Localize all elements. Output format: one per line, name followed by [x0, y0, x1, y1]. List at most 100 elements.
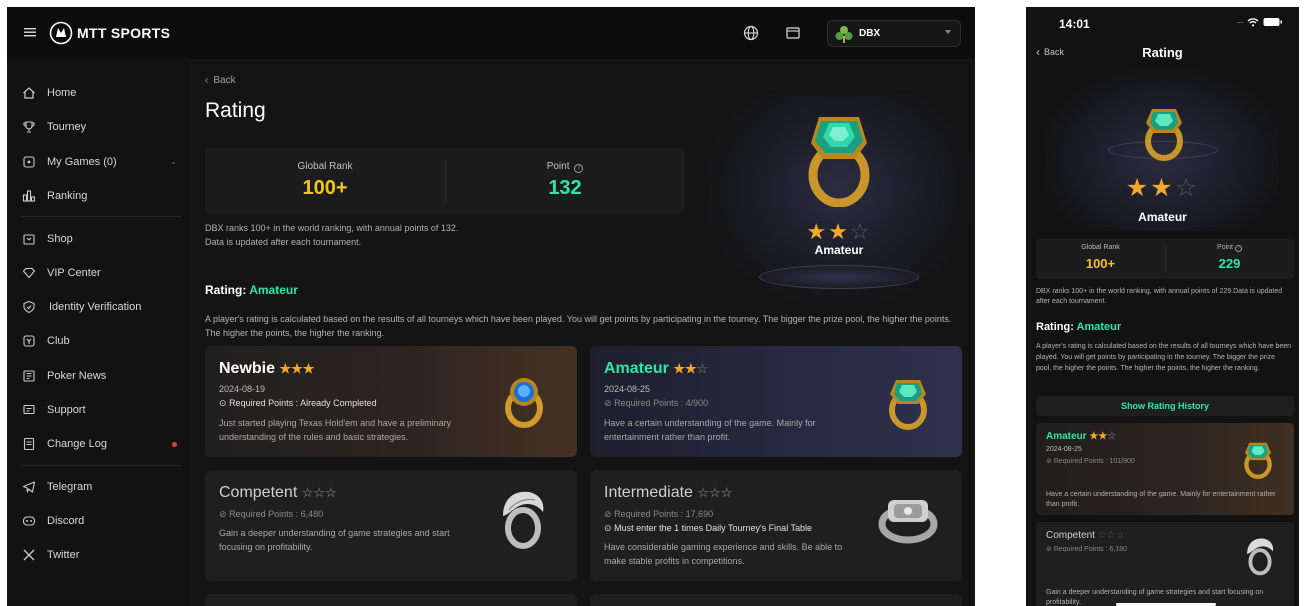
sidebar-item-club[interactable]: Club: [21, 331, 70, 351]
rating-card-next-right: [590, 594, 962, 606]
home-icon: [21, 85, 37, 101]
sidebar-item-label: Telegram: [47, 481, 93, 493]
account-name: DBX: [859, 28, 881, 39]
sidebar-item-label: Support: [47, 404, 86, 416]
card-title-row: Amateur ★★☆: [604, 360, 708, 378]
brand-logo[interactable]: MTT SPORTS: [49, 21, 170, 45]
wifi-icon: [1247, 18, 1259, 27]
back-chevron-icon: ‹: [205, 75, 209, 86]
card-date: 2024-08-25: [1046, 446, 1082, 453]
summary: DBX ranks 100+ in the world ranking, wit…: [1036, 288, 1283, 305]
rating-card-amateur: Amateur ★★☆ 2024-08-25 ⊘ Required Points…: [1036, 423, 1294, 515]
clock-icon: ⊘: [1046, 458, 1052, 465]
gold-ring-green-gem-icon: [808, 117, 870, 207]
check-circle-icon: ⊙: [604, 523, 612, 533]
info-icon[interactable]: ?: [574, 164, 584, 173]
card-description: Have a certain understanding of the game…: [604, 418, 816, 442]
sidebar-item-label: Club: [47, 335, 70, 347]
battery-icon: [1263, 18, 1282, 26]
summary-line-1: DBX ranks 100+ in the world ranking, wit…: [205, 223, 459, 233]
sidebar: Home Tourney My Games (0) ⌄ Ranking Shop…: [7, 59, 189, 606]
point-label-row: Point ?: [1165, 244, 1294, 252]
card-title: Competent: [1046, 530, 1095, 541]
sidebar-item-poker-news[interactable]: Poker News: [21, 366, 106, 386]
sidebar-item-support[interactable]: Support: [21, 400, 86, 420]
clock-icon: ⊘: [219, 509, 227, 519]
sidebar-item-label: Identity Verification: [49, 301, 142, 313]
show-rating-history-button[interactable]: Show Rating History: [1036, 396, 1294, 416]
rating-description: A player's rating is calculated based on…: [1036, 343, 1292, 372]
point-label-row: Point ?: [445, 161, 685, 173]
card-requirement: ⊘ Required Points : 6,180: [1046, 545, 1127, 553]
sidebar-item-label: Change Log: [47, 438, 107, 450]
card-requirement-text: Required Points : 4/900: [614, 398, 709, 408]
menu-icon[interactable]: [23, 25, 37, 39]
silver-wing-ring-icon: [503, 491, 544, 549]
rating-card-competent: Competent ☆☆☆ ⊘ Required Points : 6,180 …: [1036, 522, 1294, 606]
back-label: Back: [213, 75, 236, 86]
telegram-icon: [21, 479, 37, 495]
card-requirement: ⊘ Required Points : 17,690: [604, 509, 713, 520]
status-time: 14:01: [1059, 17, 1090, 31]
card-stars: ☆☆☆: [697, 485, 733, 500]
global-rank-label: Global Rank: [297, 161, 353, 172]
sidebar-item-change-log[interactable]: Change Log: [21, 434, 181, 454]
vip-icon: [21, 265, 37, 281]
star-icon: ★: [1150, 174, 1175, 202]
globe-icon[interactable]: [743, 25, 759, 41]
mail-icon[interactable]: [785, 25, 801, 41]
sidebar-item-label: Ranking: [47, 190, 88, 202]
ranking-icon: [21, 188, 37, 204]
sidebar-item-discord[interactable]: Discord: [21, 511, 84, 531]
card-stars: ★★★: [279, 361, 315, 376]
sidebar-item-ranking[interactable]: Ranking: [21, 186, 87, 206]
hero-stars: ★★☆: [709, 219, 969, 245]
card-extra-requirement: ⊙ Must enter the 1 times Daily Tourney's…: [604, 523, 812, 534]
card-description: Just started playing Texas Hold'em and h…: [219, 418, 452, 442]
card-requirement-text: Required Points : Already Completed: [229, 398, 377, 408]
back-link[interactable]: ‹ Back: [205, 75, 236, 86]
card-description: Have considerable gaming experience and …: [604, 542, 843, 566]
account-dropdown[interactable]: DBX: [827, 20, 961, 47]
sidebar-item-home[interactable]: Home: [21, 83, 76, 103]
star-icon: ★: [1125, 174, 1151, 202]
sidebar-item-tourney[interactable]: Tourney: [21, 117, 86, 137]
page-title: Rating: [1142, 45, 1183, 60]
rating-heading: Rating: Amateur: [205, 283, 298, 297]
support-icon: [21, 402, 37, 418]
info-icon[interactable]: ?: [1234, 245, 1242, 252]
card-title: Amateur: [604, 360, 669, 377]
caret-down-icon: [945, 30, 951, 34]
card-title-row: Competent ☆☆☆: [1046, 530, 1125, 541]
notification-dot: [172, 442, 177, 447]
news-icon: [21, 368, 37, 384]
card-stars: ☆☆☆: [301, 485, 337, 500]
hero-level: Amateur: [814, 243, 864, 257]
card-requirement-text: Required Points : 17,690: [614, 509, 714, 519]
main-content: ‹ Back Rating Global Rank 100+ Point ? 1…: [189, 59, 975, 606]
card-requirement: ⊘ Required Points : 4/900: [604, 398, 708, 409]
hero-level: Amateur: [1138, 210, 1187, 224]
rating-heading: Rating: Amateur: [1036, 321, 1121, 333]
avatar: [834, 24, 854, 44]
sidebar-item-label: Discord: [47, 515, 85, 527]
sidebar-item-shop[interactable]: Shop: [21, 229, 73, 249]
card-requirement-text: Required Points : 101/900: [1053, 458, 1135, 465]
sidebar-item-my-games[interactable]: My Games (0) ⌄: [21, 152, 177, 172]
sidebar-item-identity-verification[interactable]: Identity Verification: [21, 297, 141, 317]
star-empty-icon: ☆: [1174, 174, 1200, 202]
sidebar-item-twitter[interactable]: Twitter: [21, 545, 79, 565]
desktop-app: MTT SPORTS DBX Home Tourney My Games (0): [7, 7, 975, 606]
rating-card-newbie: Newbie ★★★ 2024-08-19 ⊙ Required Points …: [205, 346, 577, 457]
star-icon: ★: [828, 219, 850, 244]
card-stars: ★★☆: [1089, 431, 1117, 442]
stats-panel: Global Rank 100+ Point ? 229: [1036, 239, 1294, 279]
sidebar-item-vip-center[interactable]: VIP Center: [21, 263, 101, 283]
sidebar-item-telegram[interactable]: Telegram: [21, 477, 92, 497]
shield-icon: [21, 299, 37, 315]
sidebar-item-label: Shop: [47, 233, 73, 245]
rating-prefix: Rating:: [205, 283, 247, 297]
silver-ornate-ring-icon: [878, 500, 938, 544]
show-rating-history-label: Show Rating History: [1120, 401, 1209, 411]
card-stars: ☆☆☆: [1097, 530, 1125, 541]
